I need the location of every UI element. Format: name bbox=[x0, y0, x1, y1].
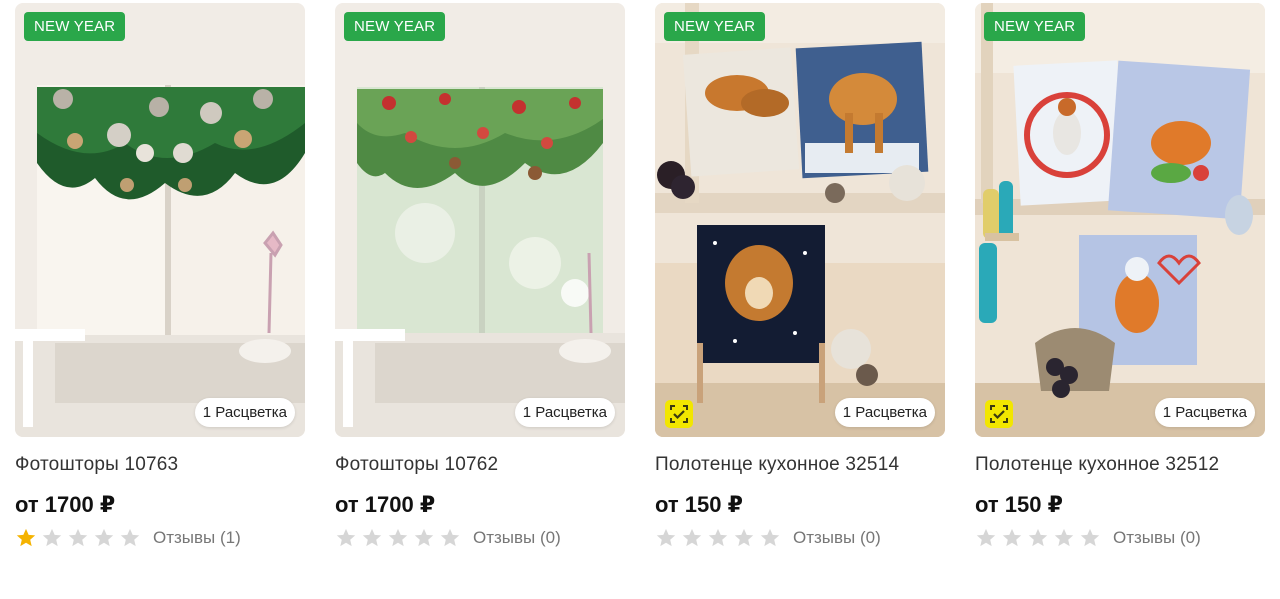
star-empty-icon bbox=[760, 528, 780, 547]
star-empty-icon bbox=[1028, 528, 1048, 547]
check-tag-icon bbox=[665, 400, 693, 428]
product-image[interactable]: NEW YEAR 1 Расцветка bbox=[975, 3, 1265, 437]
new-year-badge: NEW YEAR bbox=[664, 12, 766, 41]
product-title[interactable]: Полотенце кухонное 32514 bbox=[655, 454, 945, 476]
star-empty-icon bbox=[120, 528, 140, 547]
product-image[interactable]: NEW YEAR 1 Расцветка bbox=[15, 3, 305, 437]
product-rating: Отзывы (0) bbox=[335, 527, 625, 549]
star-empty-icon bbox=[42, 528, 62, 547]
star-empty-icon bbox=[1054, 528, 1074, 547]
new-year-badge: NEW YEAR bbox=[344, 12, 446, 41]
star-empty-icon bbox=[414, 528, 434, 547]
star-empty-icon bbox=[1080, 528, 1100, 547]
product-grid: NEW YEAR 1 Расцветка Фотошторы 10763 от … bbox=[15, 3, 1265, 549]
star-filled-icon bbox=[16, 528, 36, 547]
star-empty-icon bbox=[708, 528, 728, 547]
rating-stars bbox=[335, 527, 461, 549]
reviews-link[interactable]: Отзывы (0) bbox=[793, 528, 881, 548]
colors-count-pill[interactable]: 1 Расцветка bbox=[514, 398, 615, 427]
reviews-link[interactable]: Отзывы (0) bbox=[1113, 528, 1201, 548]
product-card[interactable]: NEW YEAR 1 Расцветка Полотенце кухонное … bbox=[655, 3, 945, 549]
product-card[interactable]: NEW YEAR 1 Расцветка Полотенце кухонное … bbox=[975, 3, 1265, 549]
new-year-badge: NEW YEAR bbox=[24, 12, 126, 41]
star-empty-icon bbox=[68, 528, 88, 547]
star-empty-icon bbox=[734, 528, 754, 547]
star-empty-icon bbox=[362, 528, 382, 547]
reviews-link[interactable]: Отзывы (0) bbox=[473, 528, 561, 548]
product-image[interactable]: NEW YEAR 1 Расцветка bbox=[655, 3, 945, 437]
star-empty-icon bbox=[1002, 528, 1022, 547]
reviews-link[interactable]: Отзывы (1) bbox=[153, 528, 241, 548]
product-rating: Отзывы (0) bbox=[655, 527, 945, 549]
colors-count-pill[interactable]: 1 Расцветка bbox=[1154, 398, 1255, 427]
new-year-badge: NEW YEAR bbox=[984, 12, 1086, 41]
rating-stars bbox=[655, 527, 781, 549]
product-price: от 1700 ₽ bbox=[15, 492, 116, 517]
product-card[interactable]: NEW YEAR 1 Расцветка Фотошторы 10762 от … bbox=[335, 3, 625, 549]
product-price: от 150 ₽ bbox=[655, 492, 743, 517]
product-price: от 150 ₽ bbox=[975, 492, 1063, 517]
product-price: от 1700 ₽ bbox=[335, 492, 436, 517]
rating-stars bbox=[975, 527, 1101, 549]
rating-stars bbox=[15, 527, 141, 549]
star-empty-icon bbox=[388, 528, 408, 547]
product-title[interactable]: Фотошторы 10762 bbox=[335, 454, 625, 476]
star-empty-icon bbox=[976, 528, 996, 547]
colors-count-pill[interactable]: 1 Расцветка bbox=[834, 398, 935, 427]
product-title[interactable]: Полотенце кухонное 32512 bbox=[975, 454, 1265, 476]
product-image[interactable]: NEW YEAR 1 Расцветка bbox=[335, 3, 625, 437]
star-empty-icon bbox=[336, 528, 356, 547]
product-rating: Отзывы (0) bbox=[975, 527, 1265, 549]
product-card[interactable]: NEW YEAR 1 Расцветка Фотошторы 10763 от … bbox=[15, 3, 305, 549]
star-empty-icon bbox=[682, 528, 702, 547]
check-tag-icon bbox=[985, 400, 1013, 428]
star-empty-icon bbox=[656, 528, 676, 547]
colors-count-pill[interactable]: 1 Расцветка bbox=[194, 398, 295, 427]
product-rating: Отзывы (1) bbox=[15, 527, 305, 549]
star-empty-icon bbox=[440, 528, 460, 547]
star-empty-icon bbox=[94, 528, 114, 547]
product-title[interactable]: Фотошторы 10763 bbox=[15, 454, 305, 476]
